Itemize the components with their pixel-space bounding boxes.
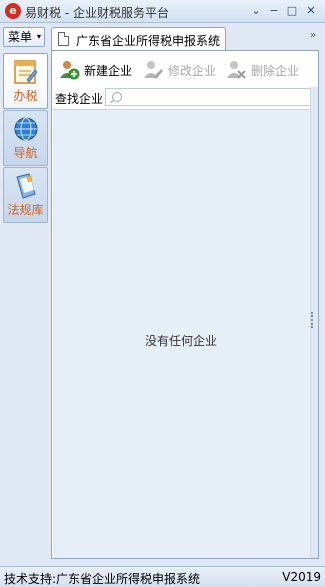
edit-company-label: 修改企业 [168, 64, 217, 78]
collapse-panel-icon[interactable]: » [310, 30, 316, 41]
content-panel: 新建企业 修改企业 删除企业 查找企业 没有任何企业 [51, 50, 319, 559]
maximize-button[interactable]: □ [284, 3, 300, 18]
app-logo-icon: e [5, 3, 21, 19]
title-bar: e 易财税 - 企业财税服务平台 ⌄ − □ ✕ [0, 0, 325, 23]
nav-label-law-library: 法规库 [7, 203, 44, 217]
search-icon [112, 92, 122, 102]
toolbar: 新建企业 修改企业 删除企业 [52, 51, 318, 87]
nav-label-tax: 办税 [13, 89, 38, 103]
menu-label: 菜单 [8, 30, 33, 44]
document-icon [58, 32, 69, 46]
version-text: V2019 [282, 570, 321, 584]
tab-label: 广东省企业所得税申报系统 [76, 34, 221, 48]
edit-user-icon [144, 61, 163, 79]
search-row: 查找企业 [52, 87, 318, 108]
edit-company-button[interactable]: 修改企业 [142, 59, 222, 81]
search-box[interactable] [105, 88, 312, 106]
search-label: 查找企业 [55, 92, 104, 106]
splitter-grip-icon[interactable] [311, 312, 313, 328]
delete-company-button[interactable]: 删除企业 [225, 59, 305, 81]
empty-list-message: 没有任何企业 [144, 334, 217, 348]
collapse-icon[interactable]: ⌄ [248, 3, 264, 18]
nav-label-navigation: 导航 [13, 146, 38, 160]
new-company-label: 新建企业 [84, 64, 133, 78]
law-book-icon [16, 173, 36, 199]
add-user-icon [60, 61, 80, 80]
chevron-down-icon: ▾ [36, 32, 41, 41]
search-input[interactable] [126, 90, 306, 104]
close-button[interactable]: ✕ [303, 3, 319, 18]
left-nav: 办税 导航 法规库 [3, 53, 48, 563]
minimize-button[interactable]: − [266, 3, 282, 18]
globe-icon [14, 117, 38, 141]
new-company-button[interactable]: 新建企业 [58, 59, 138, 81]
delete-user-icon [227, 61, 246, 79]
tax-form-icon [14, 60, 38, 84]
company-list[interactable]: 没有任何企业 [53, 109, 309, 558]
tab-tax-filing-system[interactable]: 广东省企业所得税申报系统 [51, 27, 226, 50]
status-bar: 技术支持:广东省企业所得税申报系统 V2019 [0, 566, 325, 587]
menu-button[interactable]: 菜单 ▾ [3, 27, 45, 47]
nav-item-navigation[interactable]: 导航 [3, 110, 48, 166]
window-title: 易财税 - 企业财税服务平台 [25, 6, 169, 20]
support-text: 技术支持:广东省企业所得税申报系统 [4, 572, 201, 586]
nav-item-law-library[interactable]: 法规库 [3, 167, 48, 223]
delete-company-label: 删除企业 [251, 64, 300, 78]
nav-item-tax[interactable]: 办税 [3, 53, 48, 109]
